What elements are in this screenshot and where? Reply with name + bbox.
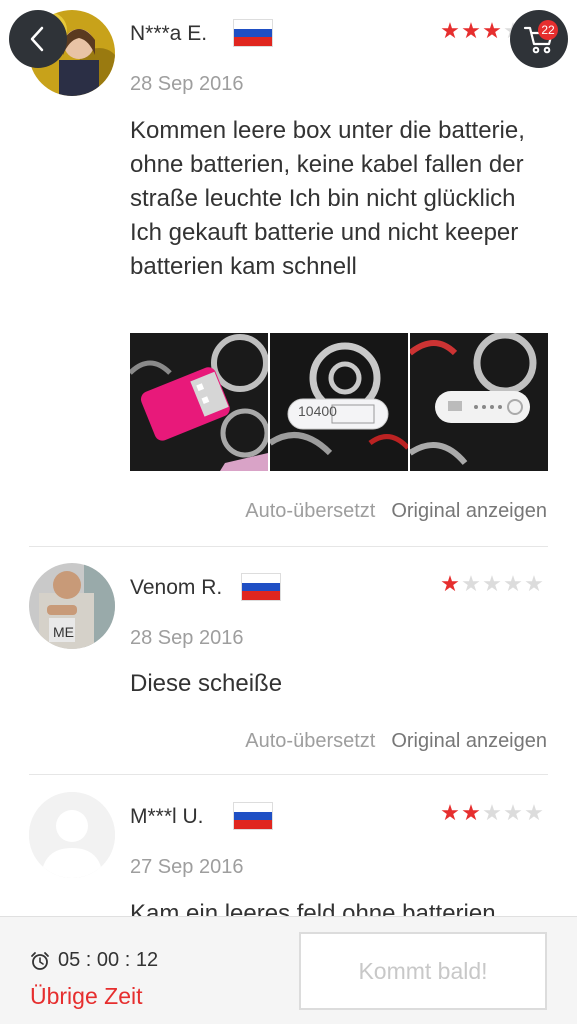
auto-translated-label: Auto-übersetzt [245, 500, 376, 522]
review-text: Kommen leere box unter die batterie, ohn… [130, 117, 525, 280]
star-icon: ★ [440, 571, 460, 596]
rating-stars: ★ ★ ★ ★ ★ [440, 573, 544, 595]
countdown-timer: 05 : 00 : 12 [30, 949, 158, 972]
country-flag-icon [233, 19, 273, 47]
remaining-time-label: Übrige Zeit [30, 983, 143, 1009]
avatar [29, 792, 115, 878]
timer-value: 05 : 00 : 12 [58, 949, 159, 971]
review-date: 28 Sep 2016 [130, 73, 244, 95]
review-date: 28 Sep 2016 [130, 627, 244, 649]
coming-soon-button[interactable]: Kommt bald! [299, 932, 547, 1010]
country-flag-icon [233, 802, 273, 830]
review-text: Diese scheiße [130, 670, 283, 697]
rating-stars: ★ ★ ★ ★ ★ [440, 802, 544, 824]
divider [29, 774, 548, 775]
alarm-clock-icon [31, 951, 49, 970]
star-icon: ★ [524, 571, 544, 596]
review-list-page: 22 N***a E. ★ ★ ★ ★ ★ 28 Sep 2016 Kommen… [0, 0, 577, 1024]
country-flag-icon [241, 573, 281, 601]
star-icon: ★ [461, 18, 481, 43]
photo-caption: 10400 [298, 403, 337, 419]
star-icon: ★ [524, 800, 544, 825]
translation-row: Auto-übersetzt Original anzeigen [245, 730, 547, 753]
star-icon: ★ [461, 571, 481, 596]
default-user-icon [29, 792, 115, 878]
star-icon: ★ [482, 18, 502, 43]
cart-button[interactable]: 22 [510, 10, 568, 68]
star-icon: ★ [503, 800, 523, 825]
star-icon: ★ [440, 800, 460, 825]
review-photo[interactable] [130, 333, 268, 471]
review-date: 27 Sep 2016 [130, 856, 244, 878]
reviewer-name: Venom R. [130, 576, 223, 599]
show-original-link[interactable]: Original anzeigen [391, 500, 547, 523]
svg-text:ME: ME [53, 624, 74, 640]
auto-translated-label: Auto-übersetzt [245, 730, 376, 752]
avatar: ME [29, 563, 115, 649]
review-photo[interactable] [410, 333, 548, 471]
show-original-link[interactable]: Original anzeigen [391, 730, 547, 753]
star-icon: ★ [482, 571, 502, 596]
review-photo[interactable]: 10400 [270, 333, 408, 471]
star-icon: ★ [461, 800, 481, 825]
bottom-bar: 05 : 00 : 12 Übrige Zeit Kommt bald! [0, 916, 577, 1024]
chevron-left-icon [30, 26, 44, 52]
cart-count-badge: 22 [538, 20, 558, 40]
divider [29, 546, 548, 547]
star-icon: ★ [482, 800, 502, 825]
translation-row: Auto-übersetzt Original anzeigen [245, 500, 547, 523]
reviewer-name: M***l U. [130, 805, 204, 828]
star-icon: ★ [440, 18, 460, 43]
back-button[interactable] [9, 10, 67, 68]
reviewer-name: N***a E. [130, 22, 208, 45]
star-icon: ★ [503, 571, 523, 596]
